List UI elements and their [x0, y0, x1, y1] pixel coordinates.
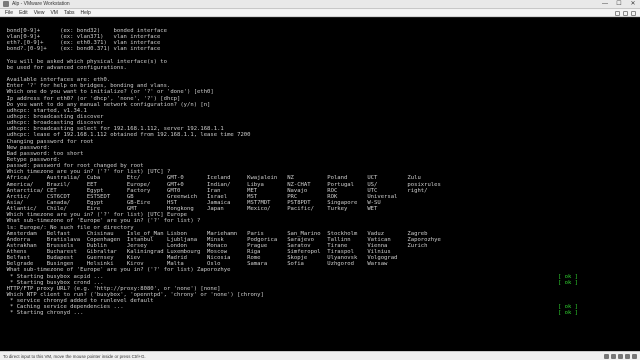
terminal-line-text: Belgrade Busingen Helsinki Kirov Malta O…	[0, 261, 388, 268]
terminal-line-text: Which NTP client to run? ('busybox', 'op…	[0, 292, 264, 299]
menu-view[interactable]: View	[31, 9, 48, 17]
terminal-line-text: * Starting chronyd ...	[0, 310, 84, 317]
terminal-line-text: Available interfaces are: eth0.	[0, 77, 111, 84]
terminal-line	[0, 317, 596, 323]
menu-bar: File Edit View VM Tabs Help	[0, 9, 640, 17]
terminal-line-text	[0, 317, 7, 323]
close-button[interactable]: ✕	[626, 0, 640, 9]
terminal-line-text: bond[0-9]+ (ex: bond32) bonded interface	[0, 28, 167, 34]
terminal-line-text: udhcpc: broadcasting discover	[0, 120, 104, 127]
terminal-line-text: udhcpc: broadcasting select for 192.168.…	[0, 126, 224, 133]
cd-drive-icon[interactable]	[611, 354, 616, 359]
usb-icon[interactable]	[625, 354, 630, 359]
terminal-line-text: What sub-timezone of 'Europe' are you in…	[0, 267, 231, 274]
terminal-line-text: Astrakhan Brussels Dublin Jersey London …	[0, 242, 428, 249]
snapshot-icon[interactable]	[623, 10, 628, 16]
terminal-line-text: bond?.[0-9]+ (ex: bond0.371) vlan interf…	[0, 46, 161, 53]
toolbar	[615, 9, 636, 17]
terminal-line-text: Enter '?' for help on bridges, bonding a…	[0, 83, 171, 90]
terminal-line-text: Bad password: too short	[0, 150, 84, 157]
terminal-line-text: ls: Europe/: No such file or directory	[0, 224, 134, 231]
terminal-line-text: Africa/ Australia/ Cuba Etc/ GMT-0 Icela…	[0, 175, 421, 182]
terminal-line-text: udhcpc: broadcasting discover	[0, 113, 104, 120]
terminal-line-text: Amsterdam Belfast Chisinau Isle_of_Man L…	[0, 230, 428, 237]
terminal-line-text: Belfast Budapest Guernsey Kiev Madrid Ni…	[0, 255, 398, 262]
menu-tabs[interactable]: Tabs	[61, 9, 78, 17]
terminal-line-text: Antarctica/ CET Egypt Factory GMT0 Iran …	[0, 187, 428, 194]
window-controls: — ☐ ✕	[598, 0, 640, 9]
terminal-line-text: Which timezone are you in? ('?' for list…	[0, 212, 188, 219]
terminal-output: bond[0-9]+ (ex: bond32) bonded interface…	[0, 28, 596, 349]
fullscreen-icon[interactable]	[631, 10, 636, 16]
terminal-line-text: * Starting busybox crond ...	[0, 279, 104, 286]
terminal-line-text: eth?.[0-9]+ (ex: eth0.371) vlan interfac…	[0, 40, 161, 47]
menu-help[interactable]: Help	[78, 9, 94, 17]
terminal-line-text: Ip address for eth0? (or 'dhcp', 'none',…	[0, 95, 181, 102]
maximize-button[interactable]: ☐	[612, 0, 626, 9]
terminal-line-text: Which timezone are you in? ('?' for list…	[0, 169, 171, 176]
terminal-line-text: Atlantic/ Chile/ Eire GMT Hongkong Japan…	[0, 206, 378, 213]
menu-edit[interactable]: Edit	[16, 9, 31, 17]
window-title: Alp - VMware Workstation	[12, 0, 70, 7]
power-icon[interactable]	[615, 10, 620, 16]
vm-console[interactable]: bond[0-9]+ (ex: bond32) bonded interface…	[0, 18, 640, 351]
terminal-line-text: Andorra Bratislava Copenhagen Istanbul L…	[0, 236, 441, 243]
terminal-line-text: New password:	[0, 144, 51, 151]
terminal-line-text: vlan[0-9]+ (ex: vlan371) vlan interface	[0, 34, 161, 41]
terminal-line-text: udhcpc: started, v1.34.1	[0, 107, 87, 114]
terminal-line-text: Athens Bucharest Gibraltar Kaliningrad L…	[0, 249, 391, 256]
terminal-line-text: be used for advanced configurations.	[0, 64, 127, 71]
terminal-line-text: America/ Brazil/ EET Europe/ GMT+0 India…	[0, 181, 441, 188]
minimize-button[interactable]: —	[598, 0, 612, 9]
sound-icon[interactable]	[632, 354, 637, 359]
terminal-line-text: Do you want to do any manual network con…	[0, 101, 211, 108]
terminal-line-text: * Caching service dependencies ...	[0, 304, 124, 311]
terminal-line-text: Changing password for root	[0, 138, 94, 145]
terminal-line-text: udhcpc: lease of 192.168.1.112 obtained …	[0, 132, 251, 139]
vmware-app-icon	[3, 1, 9, 7]
terminal-line-text: Retype password:	[0, 156, 61, 163]
status-bar: To direct input to this VM, move the mou…	[0, 351, 640, 360]
terminal-line-text: Arctic/ CST6CDT EST5EDT GB Greenwich Isr…	[0, 193, 398, 200]
terminal-line-text: Asia/ Canada/ Egypt GB-Eire HST Jamaica …	[0, 199, 381, 206]
status-message: To direct input to this VM, move the mou…	[3, 354, 146, 359]
window-titlebar: Alp - VMware Workstation — ☐ ✕	[0, 0, 640, 9]
terminal-line-text: What sub-timezone of 'Europe' are you in…	[0, 218, 201, 225]
terminal-line-text: passwd: password for root changed by roo…	[0, 163, 144, 170]
menu-vm[interactable]: VM	[47, 9, 61, 17]
network-adapter-icon[interactable]	[618, 354, 623, 359]
terminal-line-text: You will be asked which physical interfa…	[0, 58, 167, 65]
menu-file[interactable]: File	[2, 9, 16, 17]
terminal-line-text: HTTP/FTP proxy URL? (e.g. 'http://proxy:…	[0, 285, 221, 292]
terminal-line-text: Which one do you want to initialize? (or…	[0, 89, 214, 96]
terminal-line-text: * service chronyd added to runlevel defa…	[0, 298, 154, 305]
terminal-line-text: * Starting busybox acpid ...	[0, 273, 104, 280]
hard-disk-icon[interactable]	[604, 354, 609, 359]
device-icons	[604, 354, 637, 359]
